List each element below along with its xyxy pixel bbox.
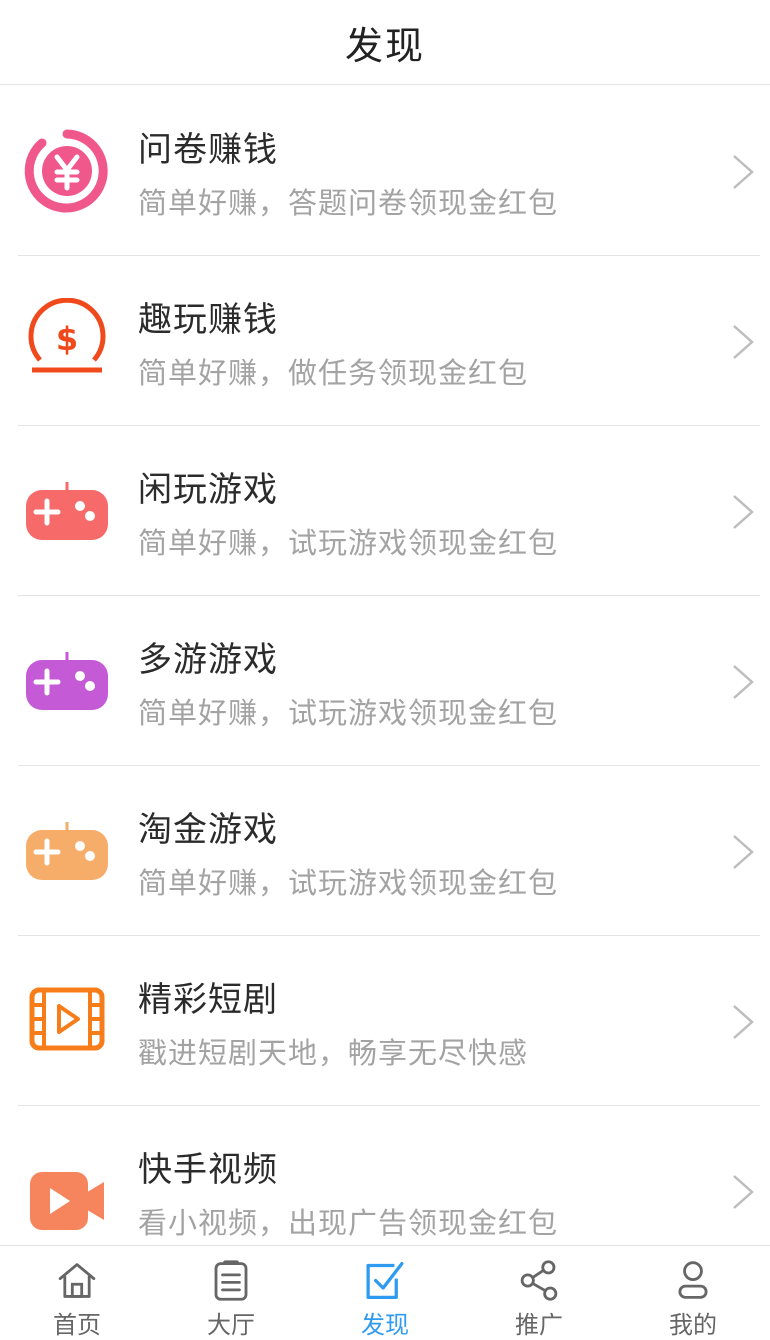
- gamepad-icon: [22, 636, 112, 726]
- chevron-right-icon: [733, 1175, 754, 1209]
- tab-discover[interactable]: 发现: [308, 1246, 462, 1340]
- item-subtitle: 简单好赚，试玩游戏领现金红包: [138, 526, 559, 560]
- film-play-icon: [22, 976, 112, 1066]
- share-icon: [520, 1260, 558, 1301]
- home-icon: [58, 1263, 96, 1298]
- item-subtitle: 简单好赚，试玩游戏领现金红包: [138, 696, 559, 730]
- tab-label: 我的: [669, 1311, 717, 1339]
- chevron-right-icon: [733, 155, 754, 189]
- item-subtitle: 简单好赚，做任务领现金红包: [138, 356, 529, 390]
- user-icon: [678, 1261, 708, 1299]
- page-title: 发现: [344, 23, 425, 68]
- app-screen: 发现 问卷赚钱 简单好赚，答题问卷领现金红包 $ 趣玩赚钱 简单好赚，做任务领现…: [0, 0, 770, 1340]
- tab-hall[interactable]: 大厅: [154, 1246, 308, 1340]
- gamepad-icon: [22, 806, 112, 896]
- item-title: 精彩短剧: [138, 980, 278, 1020]
- chevron-right-icon: [733, 665, 754, 699]
- gamepad-icon: [22, 466, 112, 556]
- tab-label: 首页: [53, 1311, 101, 1339]
- tab-mine[interactable]: 我的: [616, 1246, 770, 1340]
- list-item-xianwan-game[interactable]: 闲玩游戏 简单好赚，试玩游戏领现金红包: [18, 426, 760, 596]
- header: 发现: [0, 0, 770, 85]
- tab-label: 发现: [361, 1311, 409, 1339]
- chevron-right-icon: [733, 495, 754, 529]
- item-title: 淘金游戏: [138, 810, 278, 850]
- chevron-right-icon: [733, 1005, 754, 1039]
- dollar-coin-icon: $: [22, 296, 112, 386]
- check-square-icon: [366, 1261, 404, 1300]
- item-title: 多游游戏: [138, 640, 278, 680]
- svg-text:$: $: [56, 320, 78, 358]
- item-title: 闲玩游戏: [138, 470, 278, 510]
- tab-label: 大厅: [207, 1311, 255, 1339]
- bottom-tab-bar: 首页 大厅 发现 推广 我的: [0, 1245, 770, 1340]
- item-title: 快手视频: [138, 1150, 278, 1190]
- feature-list: 问卷赚钱 简单好赚，答题问卷领现金红包 $ 趣玩赚钱 简单好赚，做任务领现金红包: [0, 86, 770, 1245]
- chevron-right-icon: [733, 325, 754, 359]
- yuan-coin-icon: [22, 126, 112, 216]
- item-subtitle: 简单好赚，试玩游戏领现金红包: [138, 866, 559, 900]
- tab-home[interactable]: 首页: [0, 1246, 154, 1340]
- item-subtitle: 看小视频，出现广告领现金红包: [138, 1206, 559, 1240]
- list-item-duoyou-game[interactable]: 多游游戏 简单好赚，试玩游戏领现金红包: [18, 596, 760, 766]
- clipboard-icon: [214, 1260, 248, 1301]
- item-subtitle: 戳进短剧天地，畅享无尽快感: [138, 1036, 529, 1070]
- list-item-fun-earn[interactable]: $ 趣玩赚钱 简单好赚，做任务领现金红包: [18, 256, 760, 426]
- video-camera-icon: [22, 1156, 112, 1245]
- tab-label: 推广: [515, 1311, 563, 1339]
- list-item-kuaishou-video[interactable]: 快手视频 看小视频，出现广告领现金红包: [18, 1106, 760, 1245]
- item-title: 趣玩赚钱: [138, 300, 278, 340]
- list-item-taojin-game[interactable]: 淘金游戏 简单好赚，试玩游戏领现金红包: [18, 766, 760, 936]
- tab-promote[interactable]: 推广: [462, 1246, 616, 1340]
- item-subtitle: 简单好赚，答题问卷领现金红包: [138, 186, 559, 220]
- item-title: 问卷赚钱: [138, 130, 278, 170]
- chevron-right-icon: [733, 835, 754, 869]
- list-item-questionnaire[interactable]: 问卷赚钱 简单好赚，答题问卷领现金红包: [18, 86, 760, 256]
- list-item-short-drama[interactable]: 精彩短剧 戳进短剧天地，畅享无尽快感: [18, 936, 760, 1106]
